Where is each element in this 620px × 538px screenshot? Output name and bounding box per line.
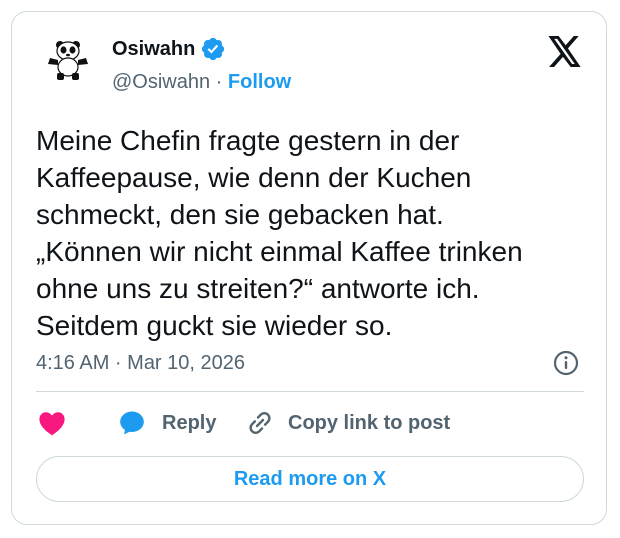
avatar[interactable] — [44, 38, 92, 86]
read-more-button[interactable]: Read more on X — [36, 456, 584, 502]
display-name-text: Osiwahn — [112, 38, 196, 60]
tweet-line: Meine Chefin fragte gestern in der — [36, 125, 460, 156]
copy-link-button[interactable]: Copy link to post — [246, 407, 450, 439]
tweet-line: Kaffeepause, wie denn der Kuchen — [36, 162, 472, 193]
panda-avatar-icon — [48, 41, 88, 80]
tweet-text: Meine Chefin fragte gestern in der Kaffe… — [36, 122, 586, 344]
handle-separator: · — [210, 71, 228, 93]
tweet-timestamp[interactable]: 4:16 AM · Mar 10, 2026 — [36, 350, 245, 376]
handle-row: @Osiwahn · Follow — [112, 69, 291, 95]
follow-button[interactable]: Follow — [228, 71, 291, 93]
x-logo-icon[interactable] — [548, 36, 582, 67]
read-more-label: Read more on X — [233, 467, 387, 490]
speech-bubble-icon — [120, 411, 144, 435]
heart-icon — [39, 412, 65, 436]
tweet-line: schmeckt, den sie gebacken hat. — [36, 199, 444, 230]
reply-button[interactable]: Reply — [119, 407, 216, 439]
author-handle[interactable]: @Osiwahn — [112, 71, 210, 93]
info-icon[interactable] — [553, 350, 579, 376]
like-button[interactable] — [38, 407, 66, 439]
copy-link-label: Copy link to post — [288, 411, 451, 434]
divider — [36, 391, 584, 392]
tweet-line: ohne uns zu streiten?“ antworte ich. — [36, 273, 480, 304]
tweet-line: Seitdem guckt sie wieder so. — [36, 310, 393, 341]
tweet-line: „Können wir nicht einmal Kaffee trinken — [36, 236, 523, 267]
author-display-name[interactable]: Osiwahn — [112, 36, 226, 62]
reply-label: Reply — [162, 411, 217, 434]
verified-badge-icon — [202, 37, 225, 61]
link-icon — [249, 412, 271, 434]
